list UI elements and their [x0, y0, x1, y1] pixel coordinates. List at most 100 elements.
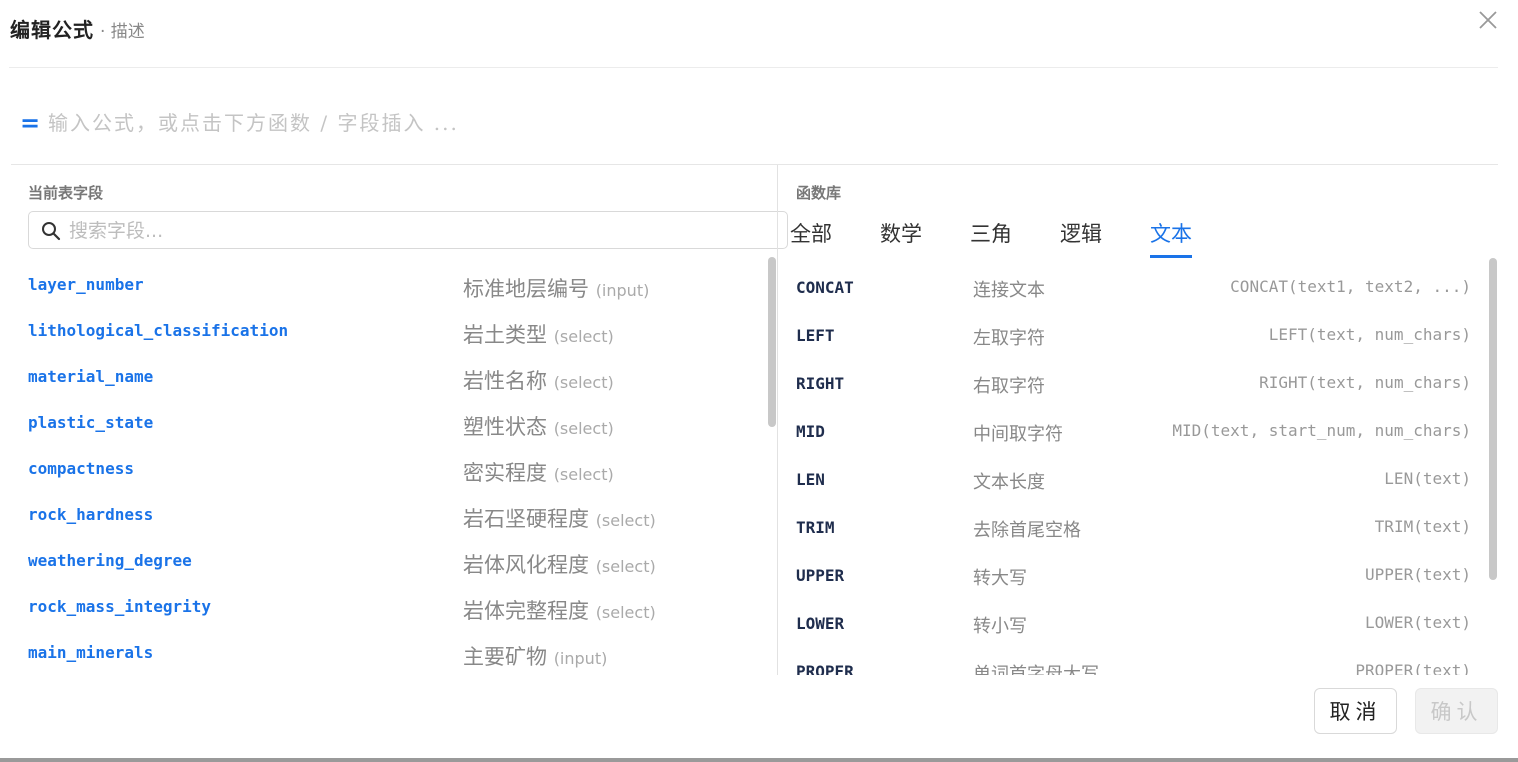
function-signature: UPPER(text) — [1365, 565, 1471, 584]
functions-panel-title: 函数库 — [796, 184, 842, 202]
field-label-text: 塑性状态 — [463, 415, 547, 439]
fields-panel-title: 当前表字段 — [28, 184, 104, 202]
bottom-edge — [0, 758, 1518, 762]
function-name: MID — [796, 422, 825, 441]
function-signature: CONCAT(text1, text2, ...) — [1230, 277, 1471, 296]
function-desc: 左取字符 — [973, 328, 1045, 349]
field-name: main_minerals — [28, 643, 154, 662]
function-desc: 转大写 — [973, 568, 1027, 589]
formula-input[interactable] — [46, 104, 1490, 142]
field-label: 岩石坚硬程度 (select) — [463, 503, 656, 533]
function-item[interactable]: MID 中间取字符 MID(text, start_num, num_chars) — [796, 409, 1471, 457]
field-name: rock_mass_integrity — [28, 597, 212, 616]
function-desc: 右取字符 — [973, 376, 1045, 397]
field-label-text: 岩土类型 — [463, 323, 547, 347]
field-type: (select) — [595, 511, 656, 530]
field-label: 标准地层编号 (input) — [463, 273, 649, 303]
function-item[interactable]: LOWER 转小写 LOWER(text) — [796, 601, 1471, 649]
tab-3[interactable]: 逻辑 — [1060, 218, 1102, 258]
tab-4[interactable]: 文本 — [1150, 218, 1192, 258]
function-item[interactable]: RIGHT 右取字符 RIGHT(text, num_chars) — [796, 361, 1471, 409]
function-signature: LOWER(text) — [1365, 613, 1471, 632]
formula-divider — [11, 164, 1498, 165]
function-signature: LEN(text) — [1384, 469, 1471, 488]
field-list-scrollbar[interactable] — [768, 257, 776, 427]
field-label-text: 岩性名称 — [463, 369, 547, 393]
function-desc: 中间取字符 — [973, 424, 1063, 445]
field-item[interactable]: lithological_classification 岩土类型 (select) — [28, 309, 768, 355]
field-type: (select) — [595, 557, 656, 576]
field-type: (select) — [553, 373, 614, 392]
field-item[interactable]: compactness 密实程度 (select) — [28, 447, 768, 493]
dialog-title: 编辑公式 — [10, 18, 94, 42]
field-item[interactable]: main_minerals 主要矿物 (input) — [28, 631, 768, 675]
function-item[interactable]: LEN 文本长度 LEN(text) — [796, 457, 1471, 505]
field-label-text: 岩石坚硬程度 — [463, 507, 589, 531]
field-type: (select) — [553, 419, 614, 438]
function-item[interactable]: PROPER 单词首字母大写 PROPER(text) — [796, 649, 1471, 675]
header-divider — [9, 67, 1498, 68]
function-desc: 去除首尾空格 — [973, 520, 1081, 541]
field-label-text: 密实程度 — [463, 461, 547, 485]
search-icon — [42, 222, 61, 241]
field-item[interactable]: material_name 岩性名称 (select) — [28, 355, 768, 401]
field-label: 岩土类型 (select) — [463, 319, 614, 349]
field-name: rock_hardness — [28, 505, 154, 524]
field-label: 主要矿物 (input) — [463, 641, 607, 671]
field-item[interactable]: plastic_state 塑性状态 (select) — [28, 401, 768, 447]
field-name: layer_number — [28, 275, 144, 294]
field-type: (select) — [553, 327, 614, 346]
field-label-text: 岩体完整程度 — [463, 599, 589, 623]
field-name: compactness — [28, 459, 134, 478]
function-name: LEFT — [796, 326, 835, 345]
function-item[interactable]: LEFT 左取字符 LEFT(text, num_chars) — [796, 313, 1471, 361]
function-signature: TRIM(text) — [1374, 517, 1471, 536]
function-list-scrollbar[interactable] — [1489, 258, 1497, 580]
function-item[interactable]: UPPER 转大写 UPPER(text) — [796, 553, 1471, 601]
function-item[interactable]: CONCAT 连接文本 CONCAT(text1, text2, ...) — [796, 265, 1471, 313]
field-label: 密实程度 (select) — [463, 457, 614, 487]
field-type: (select) — [553, 465, 614, 484]
formula-prefix: = — [20, 109, 41, 137]
field-item[interactable]: layer_number 标准地层编号 (input) — [28, 263, 768, 309]
function-name: TRIM — [796, 518, 835, 537]
confirm-button[interactable]: 确认 — [1415, 688, 1498, 734]
field-type: (input) — [595, 281, 650, 300]
close-icon[interactable] — [1476, 8, 1500, 32]
function-desc: 连接文本 — [973, 280, 1045, 301]
field-item[interactable]: rock_mass_integrity 岩体完整程度 (select) — [28, 585, 768, 631]
function-tabs: 全部 数学 三角 逻辑 文本 — [790, 218, 1210, 260]
field-search-box[interactable] — [28, 211, 788, 249]
field-type: (select) — [595, 603, 656, 622]
field-label: 塑性状态 (select) — [463, 411, 614, 441]
field-item[interactable]: rock_hardness 岩石坚硬程度 (select) — [28, 493, 768, 539]
cancel-button[interactable]: 取消 — [1314, 688, 1397, 734]
field-list: layer_number 标准地层编号 (input) lithological_c… — [28, 263, 768, 675]
dialog-subtitle: · 描述 — [100, 22, 145, 42]
function-signature: MID(text, start_num, num_chars) — [1172, 421, 1471, 440]
field-item[interactable]: weathering_degree 岩体风化程度 (select) — [28, 539, 768, 585]
function-signature: RIGHT(text, num_chars) — [1259, 373, 1471, 392]
function-signature: PROPER(text) — [1355, 661, 1471, 675]
field-label-text: 主要矿物 — [463, 645, 547, 669]
function-name: RIGHT — [796, 374, 845, 393]
function-name: LOWER — [796, 614, 845, 633]
function-desc: 单词首字母大写 — [973, 664, 1099, 675]
field-label: 岩性名称 (select) — [463, 365, 614, 395]
field-label-text: 岩体风化程度 — [463, 553, 589, 577]
tab-1[interactable]: 数学 — [880, 218, 922, 258]
function-list: CONCAT 连接文本 CONCAT(text1, text2, ...) LEFT 左… — [796, 265, 1471, 675]
function-item[interactable]: TRIM 去除首尾空格 TRIM(text) — [796, 505, 1471, 553]
tab-2[interactable]: 三角 — [970, 218, 1012, 258]
function-signature: LEFT(text, num_chars) — [1268, 325, 1471, 344]
field-name: plastic_state — [28, 413, 154, 432]
tab-0[interactable]: 全部 — [790, 218, 832, 258]
panel-divider — [777, 165, 778, 675]
field-search-input[interactable] — [67, 216, 771, 246]
field-name: material_name — [28, 367, 154, 386]
function-name: LEN — [796, 470, 825, 489]
function-name: UPPER — [796, 566, 845, 585]
function-desc: 转小写 — [973, 616, 1027, 637]
field-label: 岩体完整程度 (select) — [463, 595, 656, 625]
field-type: (input) — [553, 649, 608, 668]
